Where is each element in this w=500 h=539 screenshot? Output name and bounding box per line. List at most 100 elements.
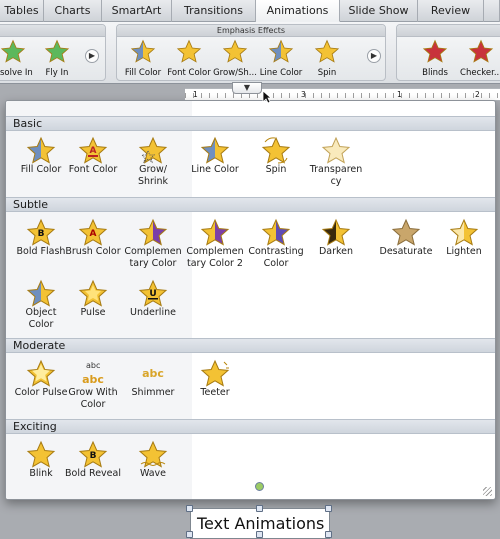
svg-text:abc: abc: [86, 361, 100, 370]
effect-label-line: Line Color: [191, 164, 239, 175]
ribbon-effect-fly-in-star[interactable]: Fly In: [33, 39, 81, 78]
ribbon-effect-checkerboard-star[interactable]: Checker...: [457, 39, 500, 78]
effect-label-line: Color: [28, 319, 54, 330]
ribbon-effect-dissolve-in-star[interactable]: issolve In: [0, 39, 37, 78]
ribbon-tab-bar: Tables Charts SmartArt Transitions Animation…: [0, 0, 500, 22]
fill-color-star-icon: [130, 39, 156, 66]
tab-overflow[interactable]: [484, 0, 500, 22]
resize-handle[interactable]: [256, 505, 263, 512]
ribbon-effect-label: Grow/Sh...: [213, 68, 257, 78]
emphasis-scroll-right-icon[interactable]: ▶: [367, 49, 381, 63]
resize-grip-icon[interactable]: [483, 487, 492, 496]
line-color-star-icon: [180, 136, 250, 164]
svg-text:U: U: [149, 289, 156, 299]
tab-transitions[interactable]: Transitions: [172, 0, 256, 22]
wave-star-icon: [118, 440, 188, 468]
effect-label-line: cy: [330, 176, 342, 187]
complementary-color-2-star-icon: [180, 218, 250, 246]
resize-handle[interactable]: [186, 531, 193, 538]
section-header-subtle: Subtle: [6, 197, 495, 212]
entrance-effects-group: issolve In Fly In ▶: [0, 24, 106, 81]
ribbon-effect-spin-star[interactable]: Spin: [303, 39, 351, 78]
effect-label-line: Shrink: [137, 176, 169, 187]
tab-review[interactable]: Review: [418, 0, 484, 22]
ribbon-effect-label: Checker...: [460, 68, 500, 78]
exit-group-title: [397, 25, 500, 37]
svg-text:A: A: [90, 146, 97, 156]
ribbon-effect-label: Blinds: [422, 68, 448, 78]
transparency-star-icon: [301, 136, 371, 164]
resize-handle[interactable]: [325, 531, 332, 538]
gallery-collapse-button[interactable]: ▼: [232, 82, 262, 94]
grow-shrink-star-icon: [118, 136, 188, 164]
effect-label-line: Underline: [130, 307, 176, 318]
rotation-handle[interactable]: [255, 482, 264, 491]
shimmer-icon: abc: [118, 359, 188, 387]
effect-shimmer[interactable]: abc Shimmer: [118, 359, 188, 399]
ribbon-effect-blinds-star[interactable]: Blinds: [411, 39, 459, 78]
dissolve-in-star-icon: [0, 39, 26, 66]
effect-underline[interactable]: U Underline: [118, 279, 188, 319]
tab-charts[interactable]: Charts: [44, 0, 102, 22]
ribbon-effect-label: issolve In: [0, 68, 33, 78]
emphasis-group-title: Emphasis Effects: [117, 25, 385, 37]
effect-complementary-color[interactable]: Complemen tary Color: [118, 218, 188, 270]
font-color-star-icon: [176, 39, 202, 66]
resize-handle[interactable]: [325, 505, 332, 512]
tab-smartart[interactable]: SmartArt: [102, 0, 172, 22]
ribbon-effect-font-color-star[interactable]: Font Color: [165, 39, 213, 78]
ribbon-effect-label: Line Color: [259, 68, 303, 78]
complementary-color-star-icon: [118, 218, 188, 246]
entrance-scroll-right-icon[interactable]: ▶: [85, 49, 99, 63]
effect-grow-shrink[interactable]: Grow/Shrink: [118, 136, 188, 188]
effect-label-line: Wave: [139, 468, 167, 479]
ribbon-effect-label: Fill Color: [124, 68, 162, 78]
section-header-basic: Basic: [6, 116, 495, 131]
section-header-moderate: Moderate: [6, 338, 495, 353]
resize-handle[interactable]: [256, 531, 263, 538]
effect-complementary-color-2[interactable]: Complemen tary Color 2: [180, 218, 250, 270]
svg-text:B: B: [90, 451, 97, 461]
line-color-star-icon: [268, 39, 294, 66]
effect-lighten[interactable]: Lighten: [429, 218, 495, 258]
effect-label-line: Complemen: [124, 246, 182, 257]
mouse-cursor-icon: [262, 90, 272, 104]
emphasis-effects-gallery: Basic Subtle Moderate Exciting Fill Colo…: [5, 100, 496, 500]
effect-label-line: Grow/: [139, 164, 167, 175]
effect-label-line: Color: [263, 258, 289, 269]
blinds-star-icon: [422, 39, 448, 66]
darken-star-icon: [301, 218, 371, 246]
effect-line-color[interactable]: Line Color: [180, 136, 250, 176]
effect-label-line: Darken: [318, 246, 354, 257]
tab-animations[interactable]: Animations: [256, 0, 340, 22]
svg-text:A: A: [90, 229, 97, 239]
ribbon-effect-label: Fly In: [45, 68, 69, 78]
effect-label-line: tary Color: [129, 258, 177, 269]
ribbon-effect-grow-shrink-star[interactable]: Grow/Sh...: [211, 39, 259, 78]
svg-text:abc: abc: [142, 367, 164, 380]
checkerboard-star-icon: [468, 39, 494, 66]
effect-wave[interactable]: Wave: [118, 440, 188, 480]
resize-handle[interactable]: [186, 505, 193, 512]
svg-text:B: B: [38, 229, 45, 239]
svg-text:abc: abc: [82, 373, 104, 386]
effect-darken[interactable]: Darken: [301, 218, 371, 258]
emphasis-effects-group: Emphasis Effects Fill Color Font Color Gro…: [116, 24, 386, 81]
fly-in-star-icon: [44, 39, 70, 66]
lighten-star-icon: [429, 218, 495, 246]
tab-tables[interactable]: Tables: [0, 0, 44, 22]
ribbon-effect-fill-color-star[interactable]: Fill Color: [119, 39, 167, 78]
exit-effects-group: Blinds Checker...: [396, 24, 500, 81]
effect-transparency[interactable]: Transparen cy: [301, 136, 371, 188]
effect-label-line: Color: [80, 399, 106, 410]
tab-slide-show[interactable]: Slide Show: [340, 0, 418, 22]
underline-star-icon: U: [118, 279, 188, 307]
teeter-star-icon: [180, 359, 250, 387]
ribbon-effect-line-color-star[interactable]: Line Color: [257, 39, 305, 78]
effect-teeter[interactable]: Teeter: [180, 359, 250, 399]
effect-label-line: Lighten: [446, 246, 482, 257]
effect-label-line: Teeter: [200, 387, 230, 398]
ribbon-effect-label: Font Color: [167, 68, 211, 78]
entrance-group-title: [0, 25, 105, 37]
effect-label-line: tary Color 2: [187, 258, 243, 269]
